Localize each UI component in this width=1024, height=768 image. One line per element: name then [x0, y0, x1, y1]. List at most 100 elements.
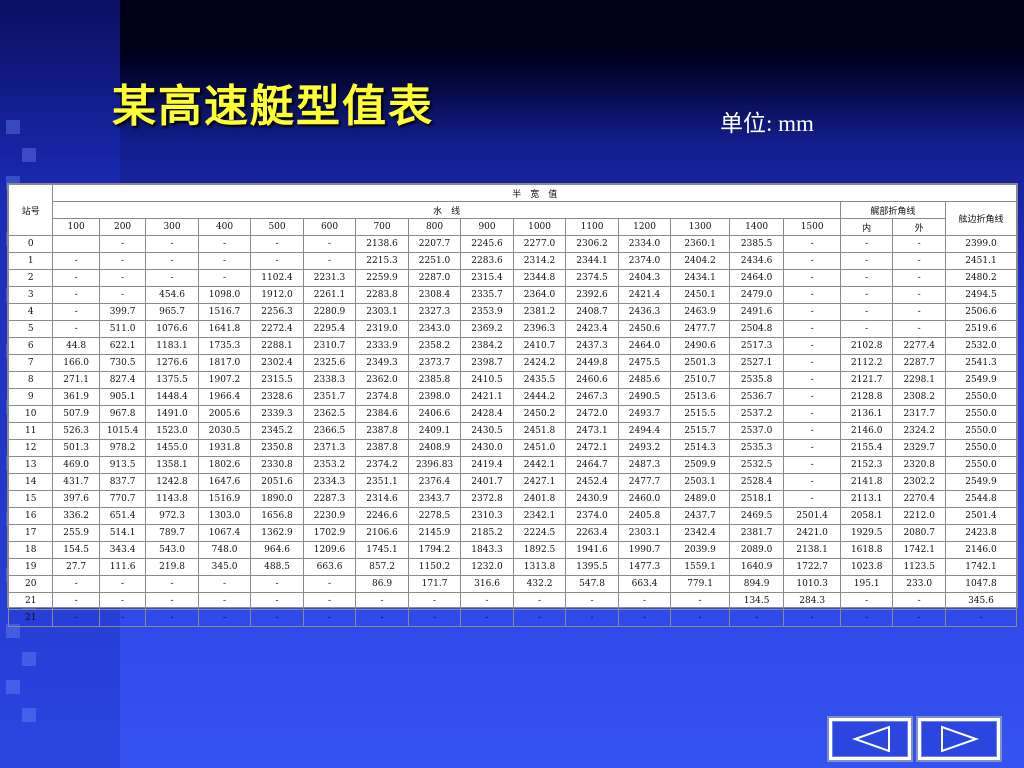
next-slide-button[interactable] [916, 716, 1002, 762]
value-cell: 2231.3 [302, 269, 357, 287]
value-cell: 2315.4 [460, 269, 514, 287]
value-cell: 2490.6 [670, 337, 730, 355]
value-cell: 2427.1 [512, 473, 567, 491]
value-cell: - [783, 337, 841, 355]
value-cell: - [98, 252, 147, 270]
value-cell: - [145, 575, 199, 593]
value-cell: 2464.0 [617, 337, 672, 355]
station-cell: 21 [7, 592, 54, 610]
value-cell: 2544.8 [944, 490, 1018, 508]
value-cell: 2315.5 [250, 371, 304, 389]
value-cell: 913.5 [98, 456, 147, 474]
value-cell: 2376.4 [407, 473, 462, 491]
value-cell: 2324.2 [892, 422, 946, 440]
value-cell: 343.4 [98, 541, 147, 559]
value-cell: 134.5 [728, 592, 785, 610]
value-cell: 967.8 [98, 405, 147, 423]
value-cell: 2384.6 [355, 405, 409, 423]
value-cell: 44.8 [52, 337, 100, 355]
value-cell: 1076.6 [145, 320, 199, 338]
value-cell: 2421.1 [460, 388, 514, 406]
waterline-col-header: 1400 [728, 218, 785, 236]
prev-slide-button[interactable] [827, 716, 913, 762]
value-cell: - [783, 303, 841, 321]
value-cell: 2224.5 [512, 524, 567, 542]
value-cell: - [839, 252, 894, 270]
value-cell: 1448.4 [145, 388, 199, 406]
value-cell: 2536.7 [728, 388, 785, 406]
value-cell: 2472.1 [565, 439, 619, 457]
value-cell: 2334.3 [302, 473, 357, 491]
value-cell: - [145, 609, 199, 627]
triangle-right-icon [941, 725, 980, 753]
waterline-col-header: 1300 [670, 218, 730, 236]
waterline-columns-row: 100 200 300 400 500 600 700 800 900 1000 1100 1200 1… [9, 218, 1017, 236]
value-cell: - [783, 371, 841, 389]
station-cell: 5 [7, 320, 54, 338]
value-cell: - [355, 609, 409, 627]
value-cell: - [783, 422, 841, 440]
value-cell: 1742.1 [944, 558, 1018, 576]
table-row: 9 361.9 905.1 1448.4 1966.4 2328.6 2351.7 2374.… [7, 388, 1018, 406]
value-cell: 2302.4 [250, 354, 304, 372]
value-cell: 469.0 [52, 456, 100, 474]
value-cell: 2138.1 [783, 541, 841, 559]
value-cell: 2343.7 [407, 490, 462, 508]
value-cell: - [839, 286, 894, 304]
value-cell: 2298.1 [892, 371, 946, 389]
value-cell: 2277.0 [512, 235, 567, 253]
value-cell: - [98, 575, 147, 593]
value-cell: - [98, 269, 147, 287]
value-cell: 2494.4 [617, 422, 672, 440]
value-cell: - [98, 286, 147, 304]
value-cell: - [52, 303, 100, 321]
value-cell: 1907.2 [197, 371, 252, 389]
value-cell: 2444.2 [512, 388, 567, 406]
table-row: 17 255.9 514.1 789.7 1067.4 1362.9 1702.9 2106.… [7, 524, 1018, 542]
table-row: 21- - - - - - - - - - - - - - - - - - [7, 609, 1018, 627]
value-cell: 2473.1 [565, 422, 619, 440]
waterline-col-header: 200 [98, 218, 147, 236]
value-cell: 2246.6 [355, 507, 409, 525]
value-cell: 2514.3 [670, 439, 730, 457]
station-cell: 18 [7, 541, 54, 559]
value-cell: - [145, 592, 199, 610]
value-cell: - [145, 235, 199, 253]
value-cell: 2519.6 [944, 320, 1018, 338]
value-cell: 1794.2 [407, 541, 462, 559]
station-cell: 0 [7, 235, 54, 253]
value-cell: 2510.7 [670, 371, 730, 389]
value-cell: 2287.0 [407, 269, 462, 287]
value-cell: 526.3 [52, 422, 100, 440]
offsets-table-container: 站号 半 宽 值 水 线 艉部折角线 舷边折角线 100 200 300 400 500… [7, 183, 1018, 627]
value-cell: 2435.5 [512, 371, 567, 389]
table-row: 3- -454.6 1098.0 1912.0 2261.1 2283.8 2308.4 23… [7, 286, 1018, 304]
value-cell: 2515.5 [670, 405, 730, 423]
value-cell: 2490.5 [617, 388, 672, 406]
value-cell: - [52, 252, 100, 270]
value-cell: 1150.2 [407, 558, 462, 576]
value-cell: 271.1 [52, 371, 100, 389]
value-cell: 2277.4 [892, 337, 946, 355]
value-cell: 2451.1 [944, 252, 1018, 270]
station-cell: 13 [7, 456, 54, 474]
value-cell: 2374.0 [565, 507, 619, 525]
value-cell: 2374.2 [355, 456, 409, 474]
value-cell: 2392.6 [565, 286, 619, 304]
value-cell: 779.1 [670, 575, 730, 593]
value-cell: 2434.1 [670, 269, 730, 287]
value-cell: 2384.2 [460, 337, 514, 355]
value-cell: 1742.1 [892, 541, 946, 559]
station-cell: 15 [7, 490, 54, 508]
value-cell: 2537.2 [728, 405, 785, 423]
value-cell: 1010.3 [783, 575, 841, 593]
value-cell: 2494.5 [944, 286, 1018, 304]
value-cell: 361.9 [52, 388, 100, 406]
value-cell: 2450.2 [512, 405, 567, 423]
value-cell: 837.7 [98, 473, 147, 491]
value-cell: 2487.3 [617, 456, 672, 474]
value-cell: - [670, 609, 730, 627]
offsets-table-body: 0- - - - -2138.6 2207.7 2245.6 2277.0 2306.2 2334… [7, 235, 1018, 627]
station-cell: 16 [7, 507, 54, 525]
value-cell: 2437.3 [565, 337, 619, 355]
